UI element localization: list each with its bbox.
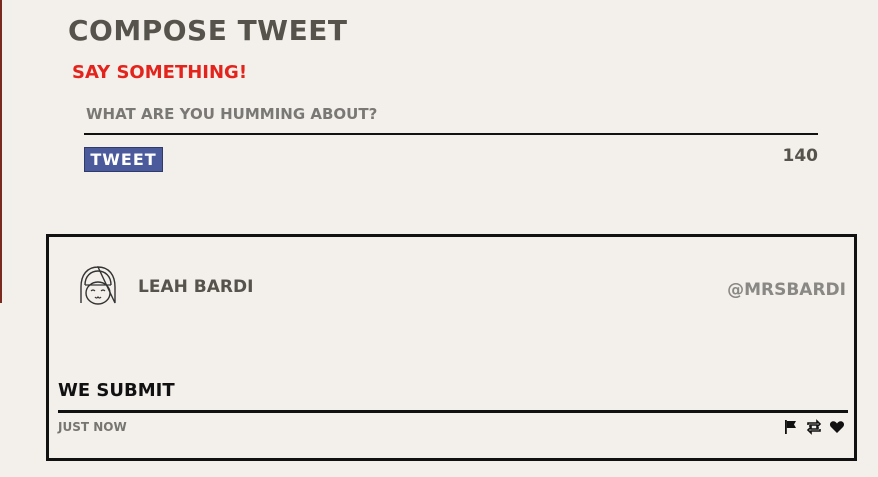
tweet-input[interactable] (84, 94, 818, 135)
char-counter: 140 (782, 146, 819, 166)
heart-icon[interactable] (829, 419, 845, 435)
retweet-icon[interactable] (806, 419, 822, 435)
tweet-text: we submit (58, 380, 175, 401)
compose-subtitle: Say Something! (72, 62, 248, 83)
compose-title: Compose Tweet (68, 14, 348, 47)
tweet-button[interactable]: Tweet (84, 147, 163, 172)
flag-icon[interactable] (783, 419, 799, 435)
compose-page: Compose Tweet Say Something! Tweet 140 L… (0, 0, 878, 477)
girl-avatar-icon (80, 266, 116, 305)
tweet-card: Leah Bardi @mrsbardi we submit Just now (46, 234, 857, 461)
tweet-divider (58, 410, 848, 413)
tweet-actions (783, 419, 845, 435)
tweet-timestamp: Just now (58, 420, 127, 434)
tweet-author-handle: @mrsbardi (727, 280, 846, 300)
left-border (0, 0, 2, 303)
tweet-author-name: Leah Bardi (138, 277, 254, 297)
